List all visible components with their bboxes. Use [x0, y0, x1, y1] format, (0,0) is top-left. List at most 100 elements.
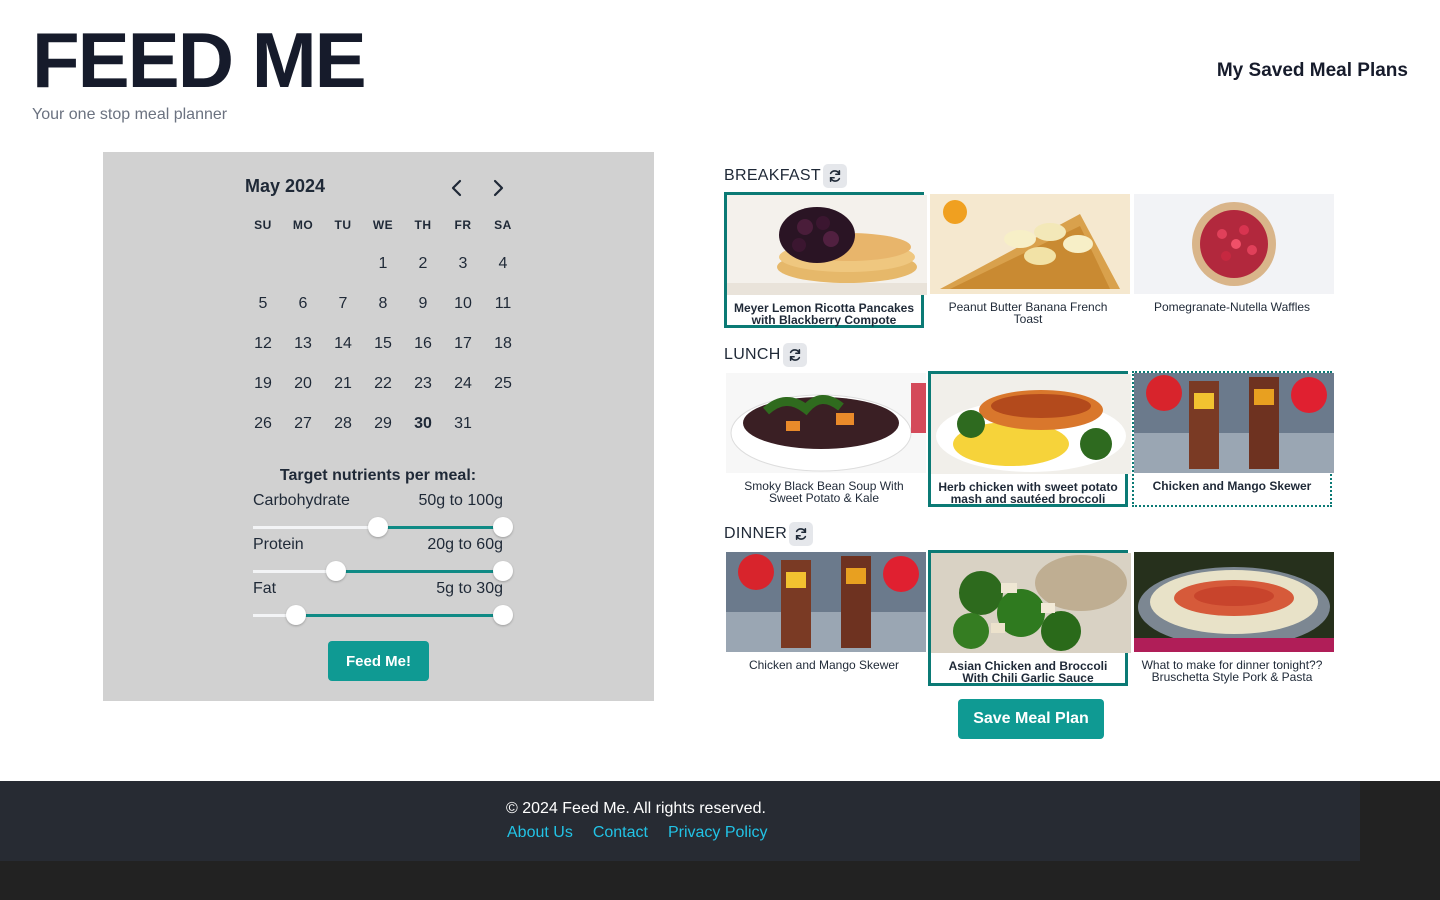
meal-section-dinner: DINNER Chicken and Mango Skewer Asian Chic…: [724, 518, 1340, 697]
footer-link-contact[interactable]: Contact: [593, 824, 648, 842]
nutrient-label: Protein: [253, 536, 304, 553]
calendar-day[interactable]: 22: [363, 364, 403, 404]
calendar-day[interactable]: 12: [243, 324, 283, 364]
nutrient-row: Protein 20g to 60g: [253, 536, 513, 581]
calendar-day[interactable]: 14: [323, 324, 363, 364]
previous-month-button[interactable]: [445, 176, 469, 200]
meal-section-header: BREAKFAST: [724, 160, 1340, 192]
next-month-button[interactable]: [486, 176, 510, 200]
calendar-day[interactable]: 15: [363, 324, 403, 364]
weekday-label: FR: [454, 218, 472, 232]
nutrient-range: 5g to 30g: [436, 580, 503, 597]
save-meal-plan-button[interactable]: Save Meal Plan: [958, 699, 1104, 739]
calendar-day[interactable]: 6: [283, 284, 323, 324]
meal-caption: Smoky Black Bean Soup With Sweet Potato …: [744, 479, 904, 505]
calendar-day[interactable]: 30: [403, 404, 443, 444]
refresh-meals-button[interactable]: [822, 164, 847, 188]
calendar-day[interactable]: 27: [283, 404, 323, 444]
range-slider-min-handle[interactable]: [285, 605, 306, 625]
meal-section-title: DINNER: [724, 525, 788, 542]
site-tagline: Your one stop meal planner: [32, 106, 228, 123]
calendar-day[interactable]: 11: [483, 284, 523, 324]
feed-me-button[interactable]: Feed Me!: [328, 641, 429, 681]
calendar-day[interactable]: 17: [443, 324, 483, 364]
calendar-day[interactable]: 1: [363, 244, 403, 284]
meal-image: [931, 553, 1131, 658]
calendar-day[interactable]: 19: [243, 364, 283, 404]
meal-caption: Meyer Lemon Ricotta Pancakes with Blackb…: [733, 301, 915, 327]
calendar-day[interactable]: 21: [323, 364, 363, 404]
calendar-day[interactable]: 31: [443, 404, 483, 444]
meal-card[interactable]: Chicken and Mango Skewer: [1132, 371, 1334, 507]
footer-link-privacy[interactable]: Privacy Policy: [668, 824, 768, 842]
nutrient-targets: Target nutrients per meal: Carbohydrate 5…: [253, 466, 513, 625]
meal-card[interactable]: Smoky Black Bean Soup With Sweet Potato …: [724, 371, 926, 507]
meal-caption: Peanut Butter Banana French Toast: [948, 300, 1108, 326]
calendar-day[interactable]: 9: [403, 284, 443, 324]
calendar-day-empty: [323, 244, 363, 284]
range-slider-min-handle[interactable]: [325, 561, 346, 581]
meal-image: [726, 552, 926, 657]
meal-card[interactable]: Herb chicken with sweet potato mash and …: [928, 371, 1131, 507]
meal-cards: Smoky Black Bean Soup With Sweet Potato …: [724, 371, 1340, 507]
calendar-day[interactable]: 3: [443, 244, 483, 284]
calendar-day[interactable]: 10: [443, 284, 483, 324]
calendar-day[interactable]: 20: [283, 364, 323, 404]
range-slider-min-handle[interactable]: [368, 517, 388, 537]
meal-image: [1134, 373, 1334, 478]
meal-card[interactable]: Asian Chicken and Broccoli With Chili Ga…: [928, 550, 1131, 686]
nutrient-range: 50g to 100g: [418, 492, 503, 509]
meal-section-lunch: LUNCH Smoky Black Bean Soup With Sweet Po…: [724, 339, 1340, 518]
refresh-meals-button[interactable]: [782, 343, 807, 367]
calendar-day[interactable]: 13: [283, 324, 323, 364]
meal-caption: Chicken and Mango Skewer: [1152, 479, 1312, 493]
meal-caption: Chicken and Mango Skewer: [748, 658, 900, 672]
saved-meal-plans-link[interactable]: My Saved Meal Plans: [1217, 60, 1408, 82]
meal-sections: BREAKFAST Meyer Lemon Ricotta Pancakes wi…: [724, 160, 1340, 697]
nutrient-row: Fat 5g to 30g: [253, 580, 513, 625]
meal-card[interactable]: Meyer Lemon Ricotta Pancakes with Blackb…: [724, 192, 927, 328]
range-slider-max-handle[interactable]: [493, 517, 513, 537]
range-slider-track[interactable]: [253, 517, 513, 537]
footer-links: About Us Contact Privacy Policy: [507, 824, 768, 842]
planner-panel: May 2024 SU MO TU WE TH FR SA 1 2 3 4 5 6 7 8 9 10 11 12 1…: [103, 152, 654, 701]
calendar-day[interactable]: 29: [363, 404, 403, 444]
calendar-day[interactable]: 23: [403, 364, 443, 404]
calendar-day[interactable]: 26: [243, 404, 283, 444]
meal-card[interactable]: Chicken and Mango Skewer: [724, 550, 926, 686]
meal-section-header: DINNER: [724, 518, 1340, 550]
weekday-label: SU: [254, 218, 272, 232]
meal-plan: BREAKFAST Meyer Lemon Ricotta Pancakes wi…: [724, 160, 1340, 739]
refresh-meals-button[interactable]: [789, 522, 814, 546]
footer-link-about[interactable]: About Us: [507, 824, 573, 842]
nutrient-range: 20g to 60g: [427, 536, 503, 553]
nutrient-rows: Carbohydrate 50g to 100g Protein 20g to 60g…: [253, 492, 513, 625]
meal-card[interactable]: Peanut Butter Banana French Toast: [928, 192, 1130, 328]
range-slider-fill: [378, 526, 503, 529]
meal-cards: Meyer Lemon Ricotta Pancakes with Blackb…: [724, 192, 1340, 328]
range-slider-track[interactable]: [253, 605, 513, 625]
range-slider-max-handle[interactable]: [493, 561, 513, 581]
meal-cards: Chicken and Mango Skewer Asian Chicken an…: [724, 550, 1340, 686]
meal-caption: Herb chicken with sweet potato mash and …: [938, 480, 1118, 506]
meal-card[interactable]: What to make for dinner tonight?? Brusch…: [1132, 550, 1334, 686]
calendar-day[interactable]: 28: [323, 404, 363, 444]
range-slider-track[interactable]: [253, 561, 513, 581]
calendar-day[interactable]: 4: [483, 244, 523, 284]
calendar-day[interactable]: 2: [403, 244, 443, 284]
meal-card[interactable]: Pomegranate-Nutella Waffles: [1132, 192, 1334, 328]
calendar-day[interactable]: 5: [243, 284, 283, 324]
calendar-day[interactable]: 7: [323, 284, 363, 324]
calendar-day[interactable]: 24: [443, 364, 483, 404]
calendar-day[interactable]: 18: [483, 324, 523, 364]
meal-caption: Asian Chicken and Broccoli With Chili Ga…: [948, 659, 1108, 685]
calendar-day[interactable]: 8: [363, 284, 403, 324]
meal-section-title: LUNCH: [724, 346, 781, 363]
calendar-day[interactable]: 16: [403, 324, 443, 364]
brand: FEED ME Your one stop meal planner: [32, 18, 367, 124]
page: FEED ME Your one stop meal planner My Sa…: [0, 0, 1440, 781]
meal-section-breakfast: BREAKFAST Meyer Lemon Ricotta Pancakes wi…: [724, 160, 1340, 339]
calendar-day[interactable]: 25: [483, 364, 523, 404]
footer-copyright: © 2024 Feed Me. All rights reserved.: [506, 800, 766, 817]
range-slider-max-handle[interactable]: [493, 605, 513, 625]
